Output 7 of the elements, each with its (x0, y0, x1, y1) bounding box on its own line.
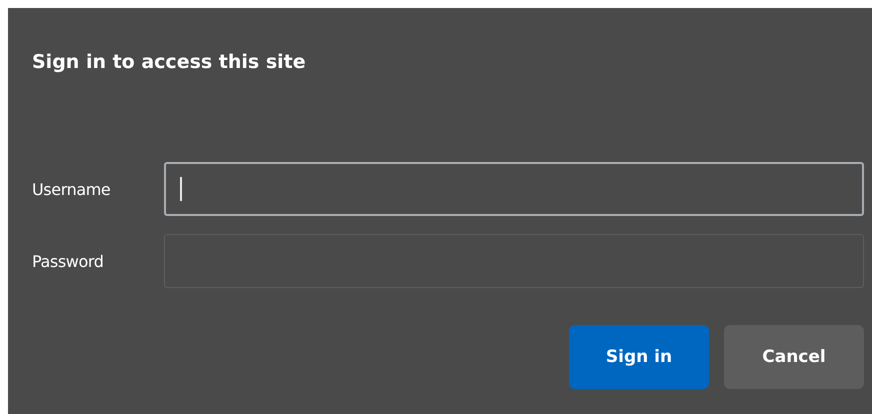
dialog-title: Sign in to access this site (32, 50, 306, 75)
sign-in-button[interactable]: Sign in (569, 325, 709, 389)
text-cursor (180, 177, 182, 201)
field-label: Password (32, 252, 104, 270)
cancel-button[interactable]: Cancel (724, 325, 864, 389)
input-field[interactable] (164, 162, 864, 216)
field-label: Username (32, 180, 110, 198)
